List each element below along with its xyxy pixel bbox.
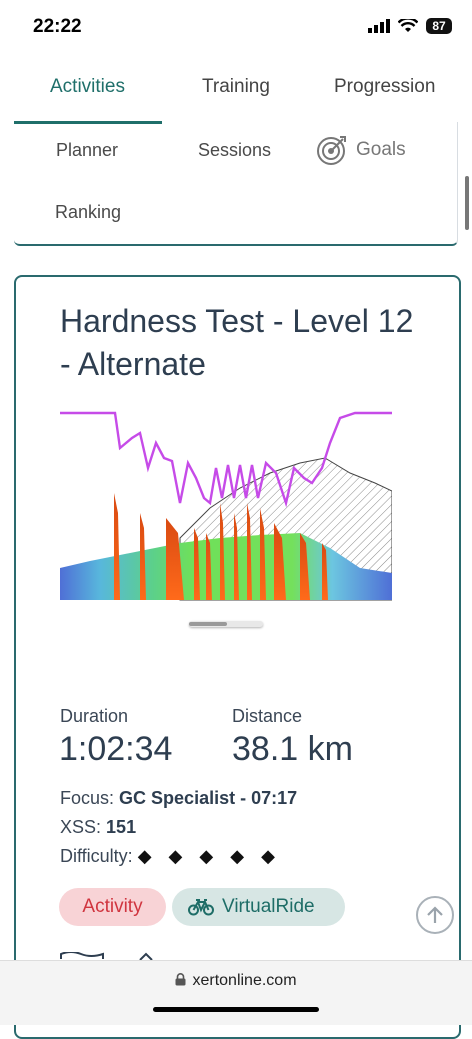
subnav-planner[interactable]: Planner (56, 140, 118, 161)
difficulty-row: Difficulty: ◆ ◆ ◆ ◆ ◆ (60, 846, 281, 867)
share-icon (139, 952, 153, 960)
status-icons: 87 (368, 18, 452, 34)
xss-label: XSS: (60, 817, 102, 837)
focus-row: Focus: GC Specialist - 07:17 (60, 788, 297, 809)
distance-value: 38.1 km (232, 730, 353, 768)
focus-label: Focus: (60, 788, 115, 808)
xss-value: 151 (106, 817, 137, 837)
map-icon (60, 952, 104, 959)
target-icon (317, 136, 346, 165)
arrow-up-icon (427, 906, 443, 923)
focus-value: GC Specialist - 07:17 (119, 788, 298, 808)
difficulty-rating: ◆ ◆ ◆ ◆ ◆ (137, 846, 281, 866)
duration-label: Duration (60, 706, 129, 726)
signal-icon (368, 19, 390, 33)
battery-indicator: 87 (426, 18, 452, 34)
subnav-sessions[interactable]: Sessions (198, 140, 271, 161)
browser-url-bar[interactable] (0, 960, 472, 1025)
url-text: xertonline.com (192, 972, 297, 989)
status-time: 22:22 (33, 16, 82, 37)
lock-icon (175, 973, 186, 986)
tab-training[interactable]: Training (202, 76, 270, 98)
xss-row: XSS: 151 (60, 817, 136, 838)
url-display[interactable]: xertonline.com (0, 972, 472, 990)
virtualride-label: VirtualRide (222, 896, 315, 917)
subnav-goals-label: Goals (356, 139, 406, 160)
tab-progression[interactable]: Progression (334, 76, 435, 98)
tab-activities[interactable]: Activities (50, 76, 125, 98)
scrollbar[interactable] (465, 176, 469, 230)
virtualride-badge[interactable]: VirtualRide (172, 888, 345, 926)
subnav-goals[interactable]: Goals (316, 134, 406, 166)
wifi-icon (398, 19, 418, 32)
activity-badge[interactable]: Activity (59, 888, 166, 926)
subnav-ranking[interactable]: Ranking (55, 202, 121, 223)
activity-title[interactable]: Hardness Test - Level 12 - Alternate (60, 300, 420, 386)
distance-label: Distance (232, 706, 303, 726)
difficulty-label: Difficulty: (60, 846, 133, 866)
home-indicator[interactable] (153, 1007, 319, 1012)
scroll-to-top-button[interactable] (416, 896, 454, 934)
bicycle-icon (188, 899, 214, 916)
chart-pager-thumb (189, 622, 227, 626)
duration-value: 1:02:34 (59, 730, 173, 768)
activity-chart[interactable] (60, 403, 392, 603)
